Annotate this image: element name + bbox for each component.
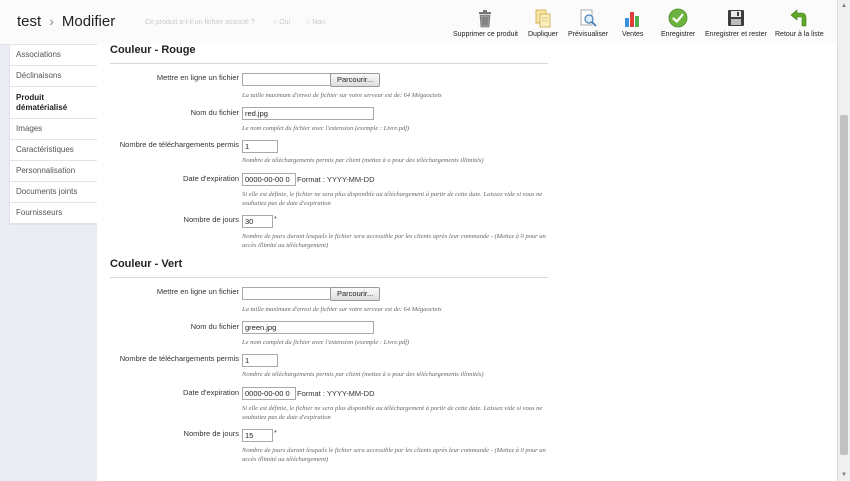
duplicate-label: Dupliquer (528, 31, 558, 38)
background-question: Ce produit a-t-il un fichier associé ? (145, 19, 255, 26)
delete-product-button[interactable]: Supprimer ce produit (453, 8, 518, 38)
filename-input[interactable]: red.jpg (242, 107, 374, 120)
expiration-date-input[interactable]: 0000-00-00 0 (242, 387, 296, 400)
save-button[interactable]: Enregistrer (661, 8, 695, 38)
main-content: Couleur - Rouge Mettre en ligne un fichi… (97, 44, 838, 481)
downloads-input[interactable]: 1 (242, 354, 278, 367)
duplicate-icon (535, 9, 551, 28)
sales-label: Ventes (622, 31, 644, 38)
back-to-list-label: Retour à la liste (775, 31, 824, 38)
filename-label: Nom du fichier (190, 108, 239, 117)
expiration-label: Date d'expiration (182, 174, 239, 183)
upload-file-input[interactable] (242, 287, 331, 300)
delete-label: Supprimer ce produit (453, 31, 518, 38)
scrollbar-thumb[interactable] (840, 115, 848, 455)
breadcrumb-separator: › (49, 13, 54, 29)
preview-label: Prévisualiser (568, 31, 609, 38)
section-title: Couleur - Vert (110, 258, 183, 270)
sidebar-item-declinaisons[interactable]: Déclinaisons (10, 66, 98, 87)
days-hint: Nombre de jours durant lesquels le fichi… (242, 447, 546, 463)
days-input[interactable]: 30 (242, 215, 273, 228)
browse-button[interactable]: Parcourir... (330, 287, 381, 301)
page-title: test › Modifier (17, 13, 115, 30)
downloads-hint: Nombre de téléchargements permis par cli… (242, 371, 484, 378)
filename-hint: Le nom complet du fichier avec l'extensi… (242, 339, 410, 346)
preview-button[interactable]: Prévisualiser (568, 8, 608, 38)
page-background: Ce produit a-t-il un fichier associé ? ○… (0, 0, 838, 481)
toolbar: Ce produit a-t-il un fichier associé ? ○… (0, 0, 838, 45)
trash-icon (479, 10, 492, 28)
required-mark: * (274, 216, 277, 223)
section-divider (110, 63, 548, 64)
scroll-up-arrow-icon[interactable]: ▲ (838, 0, 850, 12)
expiration-date-input[interactable]: 0000-00-00 0 (242, 173, 296, 186)
section-divider (110, 277, 548, 278)
sidebar-item-associations[interactable]: Associations (10, 45, 98, 66)
magnifier-icon (580, 9, 597, 27)
upload-file-input[interactable] (242, 73, 331, 86)
save-and-stay-button[interactable]: Enregistrer et rester (705, 8, 767, 38)
checkmark-icon (668, 8, 688, 28)
background-radio-yes: ○ Oui (273, 19, 291, 26)
filename-input[interactable]: green.jpg (242, 321, 374, 334)
expiration-hint: Si elle est définie, le fichier ne sera … (242, 405, 543, 421)
upload-hint: La taille maximum d'envoi de fichier sur… (242, 306, 442, 313)
bar-chart-icon (624, 12, 639, 27)
background-radio-no: ○ Non (306, 19, 326, 26)
product-name[interactable]: test (17, 13, 41, 30)
duplicate-button[interactable]: Dupliquer (528, 8, 558, 38)
save-and-stay-label: Enregistrer et rester (705, 31, 767, 38)
downloads-label: Nombre de téléchargements permis (119, 354, 239, 363)
floppy-disk-icon (727, 10, 744, 26)
date-format-label: Format : YYYY-MM-DD (297, 175, 375, 184)
downloads-label: Nombre de téléchargements permis (119, 140, 239, 149)
sales-button[interactable]: Ventes (622, 8, 643, 38)
back-arrow-icon (790, 9, 807, 27)
sidebar-item-documents-joints[interactable]: Documents joints (10, 182, 98, 203)
required-mark: * (274, 430, 277, 437)
back-to-list-button[interactable]: Retour à la liste (775, 8, 824, 38)
downloads-input[interactable]: 1 (242, 140, 278, 153)
expiration-hint: Si elle est définie, le fichier ne sera … (242, 191, 543, 207)
filename-hint: Le nom complet du fichier avec l'extensi… (242, 125, 410, 132)
filename-label: Nom du fichier (190, 322, 239, 331)
sidebar-tabs: Associations Déclinaisons Produit dématé… (9, 44, 99, 225)
days-input[interactable]: 15 (242, 429, 273, 442)
browse-button[interactable]: Parcourir... (330, 73, 381, 87)
upload-label: Mettre en ligne un fichier (156, 73, 239, 82)
sidebar-item-produit-dematerialise[interactable]: Produit dématérialisé (10, 87, 98, 119)
section-title: Couleur - Rouge (110, 44, 196, 56)
downloads-hint: Nombre de téléchargements permis par cli… (242, 157, 484, 164)
upload-label: Mettre en ligne un fichier (156, 287, 239, 296)
sidebar-item-personnalisation[interactable]: Personnalisation (10, 161, 98, 182)
sidebar-item-fournisseurs[interactable]: Fournisseurs (10, 203, 98, 224)
expiration-label: Date d'expiration (182, 388, 239, 397)
scroll-down-arrow-icon[interactable]: ▼ (838, 469, 850, 481)
vertical-scrollbar[interactable]: ▲ ▼ (837, 0, 850, 481)
days-label: Nombre de jours (183, 215, 239, 224)
days-label: Nombre de jours (183, 429, 239, 438)
days-hint: Nombre de jours durant lesquels le fichi… (242, 233, 546, 249)
date-format-label: Format : YYYY-MM-DD (297, 389, 375, 398)
save-label: Enregistrer (661, 31, 696, 38)
page-heading: Modifier (61, 13, 116, 30)
sidebar-item-caracteristiques[interactable]: Caractéristiques (10, 140, 98, 161)
sidebar-item-images[interactable]: Images (10, 119, 98, 140)
upload-hint: La taille maximum d'envoi de fichier sur… (242, 92, 442, 99)
